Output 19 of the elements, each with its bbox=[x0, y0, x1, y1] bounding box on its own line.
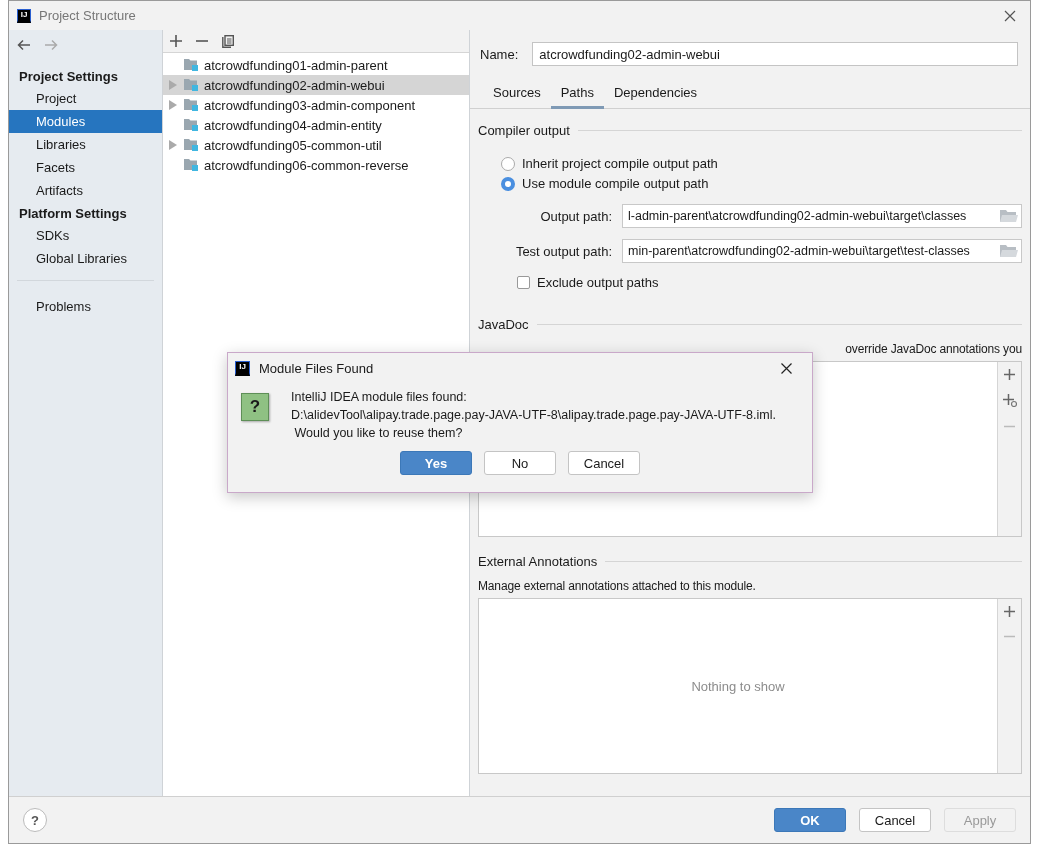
message-text: Would you like to reuse them? bbox=[293, 425, 464, 442]
app-logo-icon: IJ bbox=[235, 360, 250, 376]
group-title: JavaDoc bbox=[478, 317, 529, 332]
field-label: Name: bbox=[480, 46, 519, 62]
field-label: Output path: bbox=[539, 208, 612, 224]
empty-text: Nothing to show bbox=[691, 678, 785, 694]
section-heading: Project Settings bbox=[18, 68, 119, 86]
field-label: Test output path: bbox=[514, 243, 612, 259]
window-title: Project Structure bbox=[39, 8, 137, 23]
description-text: Manage external annotations attached to this module. bbox=[478, 579, 757, 593]
question-icon: ? bbox=[241, 393, 269, 421]
message-text: IntelliJ IDEA module files found: bbox=[291, 389, 468, 406]
app-logo-icon: IJ bbox=[17, 8, 31, 23]
description-text: override JavaDoc annotations you bbox=[845, 342, 1022, 356]
dialog-title: Module Files Found bbox=[259, 360, 375, 376]
section-heading: Platform Settings bbox=[18, 205, 128, 223]
message-text: D:\alidevTool\alipay.trade.page.pay-JAVA-UTF-8\alipay.trade.page.pay-JAVA-UTF-8.iml. bbox=[291, 407, 776, 424]
group-title: Compiler output bbox=[478, 123, 570, 138]
group-title: External Annotations bbox=[478, 554, 598, 569]
